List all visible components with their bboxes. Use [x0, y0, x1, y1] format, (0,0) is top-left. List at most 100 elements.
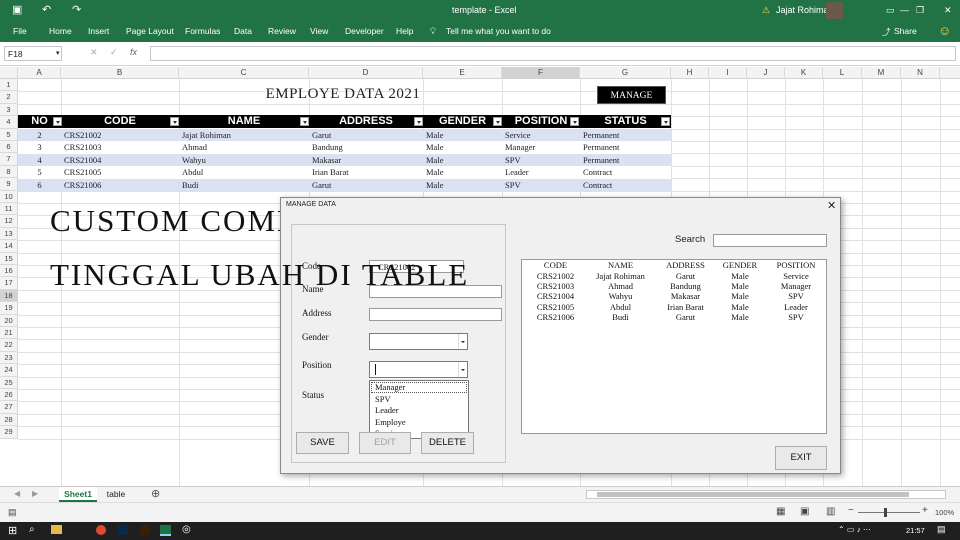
file-explorer-icon[interactable] [51, 525, 62, 534]
row-header[interactable]: 4 [0, 116, 18, 129]
share-button[interactable]: Share [894, 26, 917, 36]
cell-position[interactable]: SPV [505, 179, 521, 192]
select-all-corner[interactable] [0, 67, 18, 79]
list-cell-name[interactable]: Jajat Rohiman [587, 271, 654, 281]
cell-status[interactable]: Contract [583, 166, 612, 179]
photoshop-icon[interactable] [118, 525, 128, 535]
column-header[interactable]: E [423, 67, 502, 79]
avatar[interactable] [826, 2, 843, 19]
filter-dropdown-icon[interactable] [170, 117, 179, 126]
formula-input[interactable] [150, 46, 956, 61]
illustrator-icon[interactable] [140, 525, 150, 535]
list-cell-address[interactable]: Irian Barat [654, 302, 717, 312]
row-header[interactable]: 13 [0, 227, 18, 241]
row-header[interactable]: 8 [0, 165, 18, 179]
excel-taskbar-icon[interactable] [160, 525, 171, 536]
cell-position[interactable]: Manager [505, 141, 535, 154]
row-header[interactable]: 6 [0, 141, 18, 154]
page-break-view-icon[interactable]: ▥ [826, 506, 835, 517]
tab-file[interactable]: File [13, 26, 27, 36]
list-cell-position[interactable]: SPV [763, 291, 829, 301]
option-employe[interactable]: Employe [375, 417, 406, 427]
zoom-out-icon[interactable]: − [848, 505, 854, 516]
row-header[interactable]: 14 [0, 240, 18, 253]
list-cell-code[interactable]: CRS21003 [524, 281, 587, 291]
row-header[interactable]: 7 [0, 153, 18, 166]
name-box[interactable]: F18 [4, 46, 62, 61]
list-cell-gender[interactable]: Male [717, 281, 763, 291]
table-row[interactable]: 5 CRS21005 Abdul Irian Barat Male Leader Contr… [18, 166, 671, 179]
list-cell-gender[interactable]: Male [717, 271, 763, 281]
row-header[interactable]: 2 [0, 91, 18, 104]
row-header[interactable]: 24 [0, 364, 18, 377]
data-listbox[interactable]: CODE NAME ADDRESS GENDER POSITION CRS210… [521, 259, 827, 434]
list-cell-position[interactable]: SPV [763, 312, 829, 322]
cell-no[interactable]: 2 [18, 129, 61, 142]
user-name[interactable]: Jajat Rohiman [776, 5, 834, 15]
chevron-down-icon[interactable] [458, 362, 467, 377]
cancel-icon[interactable]: ✕ [90, 47, 98, 58]
manage-button[interactable]: MANAGE [597, 86, 666, 104]
windows-start-icon[interactable]: ⊞ [8, 524, 17, 537]
list-cell-name[interactable]: Abdul [587, 302, 654, 312]
cell-status[interactable]: Permanent [583, 129, 619, 142]
cell-gender[interactable]: Male [426, 129, 443, 142]
enter-icon[interactable]: ✓ [110, 47, 118, 58]
option-spv[interactable]: SPV [375, 394, 391, 404]
list-cell-name[interactable]: Wahyu [587, 291, 654, 301]
redo-icon[interactable]: ↷ [72, 3, 81, 16]
row-header[interactable]: 29 [0, 426, 18, 439]
save-icon[interactable]: ▣ [12, 3, 22, 16]
list-cell-position[interactable]: Manager [763, 281, 829, 291]
row-header[interactable]: 16 [0, 265, 18, 278]
row-header[interactable]: 26 [0, 389, 18, 402]
column-header[interactable]: J [747, 67, 785, 79]
tab-insert[interactable]: Insert [88, 26, 109, 36]
list-cell-code[interactable]: CRS21002 [524, 271, 587, 281]
option-leader[interactable]: Leader [375, 405, 399, 415]
save-button[interactable]: SAVE [296, 432, 349, 454]
cell-gender[interactable]: Male [426, 166, 443, 179]
zoom-level[interactable]: 100% [935, 508, 954, 517]
column-header[interactable]: M [862, 67, 901, 79]
filter-dropdown-icon[interactable] [414, 117, 423, 126]
name-box-dropdown-icon[interactable]: ▾ [56, 49, 60, 57]
scrollbar-thumb[interactable] [597, 492, 909, 497]
row-header[interactable]: 1 [0, 79, 18, 92]
chrome-icon[interactable] [96, 525, 106, 535]
sheet-tab-sheet1[interactable]: Sheet1 [59, 487, 97, 502]
list-cell-name[interactable]: Budi [587, 312, 654, 322]
column-header[interactable]: A [18, 67, 61, 79]
tab-data[interactable]: Data [234, 26, 252, 36]
table-row[interactable]: 4 CRS21004 Wahyu Makasar Male SPV Permanent [18, 153, 671, 166]
row-header[interactable]: 12 [0, 215, 18, 228]
cell-address[interactable]: Garut [312, 129, 331, 142]
cell-address[interactable]: Garut [312, 179, 331, 192]
cell-status[interactable]: Contract [583, 179, 612, 192]
cell-code[interactable]: CRS21005 [64, 166, 101, 179]
fx-icon[interactable]: fx [130, 47, 137, 57]
row-header[interactable]: 20 [0, 314, 18, 327]
list-cell-position[interactable]: Leader [763, 302, 829, 312]
warning-icon[interactable]: ⚠ [762, 5, 770, 16]
list-cell-gender[interactable]: Male [717, 312, 763, 322]
normal-view-icon[interactable]: ▦ [776, 506, 785, 517]
tab-help[interactable]: Help [396, 26, 413, 36]
list-cell-address[interactable]: Makasar [654, 291, 717, 301]
macro-record-icon[interactable]: ▤ [8, 507, 17, 518]
notifications-icon[interactable]: ▤ [937, 524, 946, 535]
smiley-icon[interactable]: ☺ [938, 23, 951, 38]
row-header[interactable]: 11 [0, 203, 18, 216]
minimize-icon[interactable]: — [900, 5, 909, 15]
column-header[interactable]: L [823, 67, 862, 79]
table-row[interactable]: 6 CRS21006 Budi Garut Male SPV Contract [18, 178, 671, 192]
cell-no[interactable]: 6 [18, 179, 61, 192]
cell-position[interactable]: Leader [505, 166, 529, 179]
filter-dropdown-icon[interactable] [570, 117, 579, 126]
column-header[interactable]: H [671, 67, 709, 79]
tab-page-layout[interactable]: Page Layout [126, 26, 174, 36]
chevron-down-icon[interactable] [458, 334, 467, 349]
dialog-close-icon[interactable]: ✕ [827, 199, 836, 212]
list-cell-position[interactable]: Service [763, 271, 829, 281]
list-cell-gender[interactable]: Male [717, 302, 763, 312]
